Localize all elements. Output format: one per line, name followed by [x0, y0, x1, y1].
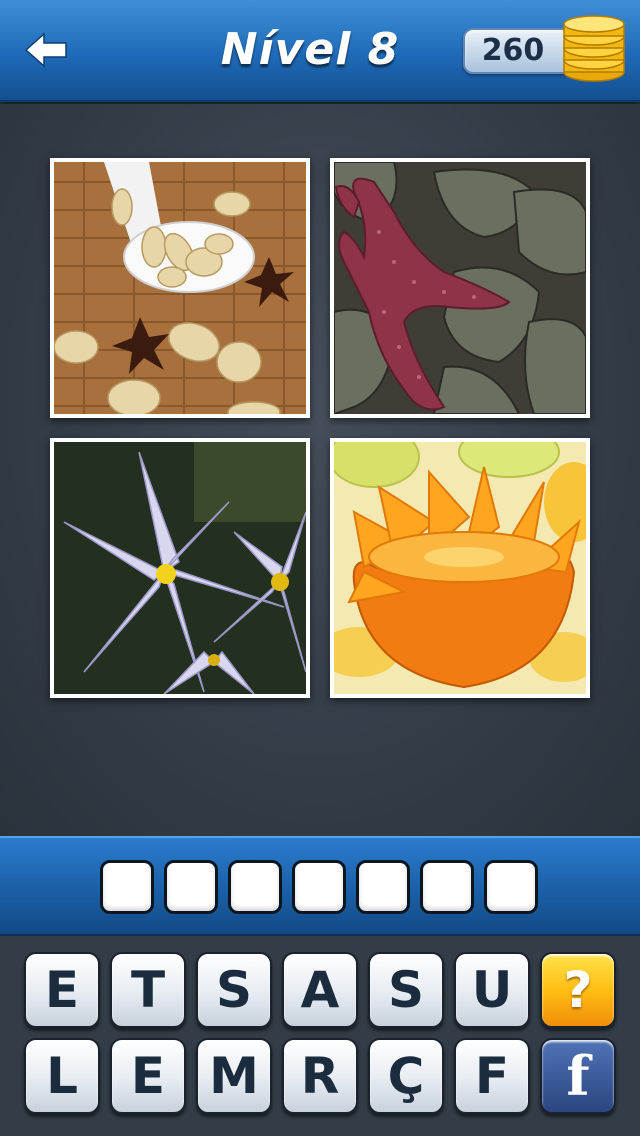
answer-slot[interactable]: [292, 860, 346, 914]
answer-slot[interactable]: [356, 860, 410, 914]
arrow-left-icon: [24, 32, 67, 68]
letter-keyboard: E T S A S U ? L E M R Ç F f: [0, 936, 640, 1136]
back-button[interactable]: [18, 24, 74, 76]
letter-key[interactable]: S: [196, 952, 272, 1028]
letter-key[interactable]: R: [282, 1038, 358, 1114]
coin-counter[interactable]: 260: [463, 28, 573, 74]
answer-slot[interactable]: [420, 860, 474, 914]
level-title: Nível 8: [220, 24, 400, 75]
white-flowers-photo[interactable]: [50, 438, 310, 698]
answer-bar: [0, 836, 640, 936]
coin-count: 260: [481, 33, 545, 68]
letter-key[interactable]: L: [24, 1038, 100, 1114]
letter-key[interactable]: U: [454, 952, 530, 1028]
hint-button[interactable]: ?: [540, 952, 616, 1028]
answer-slot[interactable]: [100, 860, 154, 914]
orange-fruit-photo[interactable]: [330, 438, 590, 698]
letter-key[interactable]: F: [454, 1038, 530, 1114]
letter-key[interactable]: E: [24, 952, 100, 1028]
letter-key[interactable]: S: [368, 952, 444, 1028]
letter-key[interactable]: E: [110, 1038, 186, 1114]
answer-slot[interactable]: [484, 860, 538, 914]
facebook-share-button[interactable]: f: [540, 1038, 616, 1114]
answer-slot[interactable]: [164, 860, 218, 914]
answer-slot[interactable]: [228, 860, 282, 914]
letter-key[interactable]: A: [282, 952, 358, 1028]
letter-key[interactable]: M: [196, 1038, 272, 1114]
letter-key[interactable]: Ç: [368, 1038, 444, 1114]
starfish-on-rocks-photo[interactable]: [330, 158, 590, 418]
letter-key[interactable]: T: [110, 952, 186, 1028]
top-bar: Nível 8 260: [0, 0, 640, 102]
coin-stack-icon: [563, 15, 625, 82]
almonds-star-anise-photo[interactable]: [50, 158, 310, 418]
